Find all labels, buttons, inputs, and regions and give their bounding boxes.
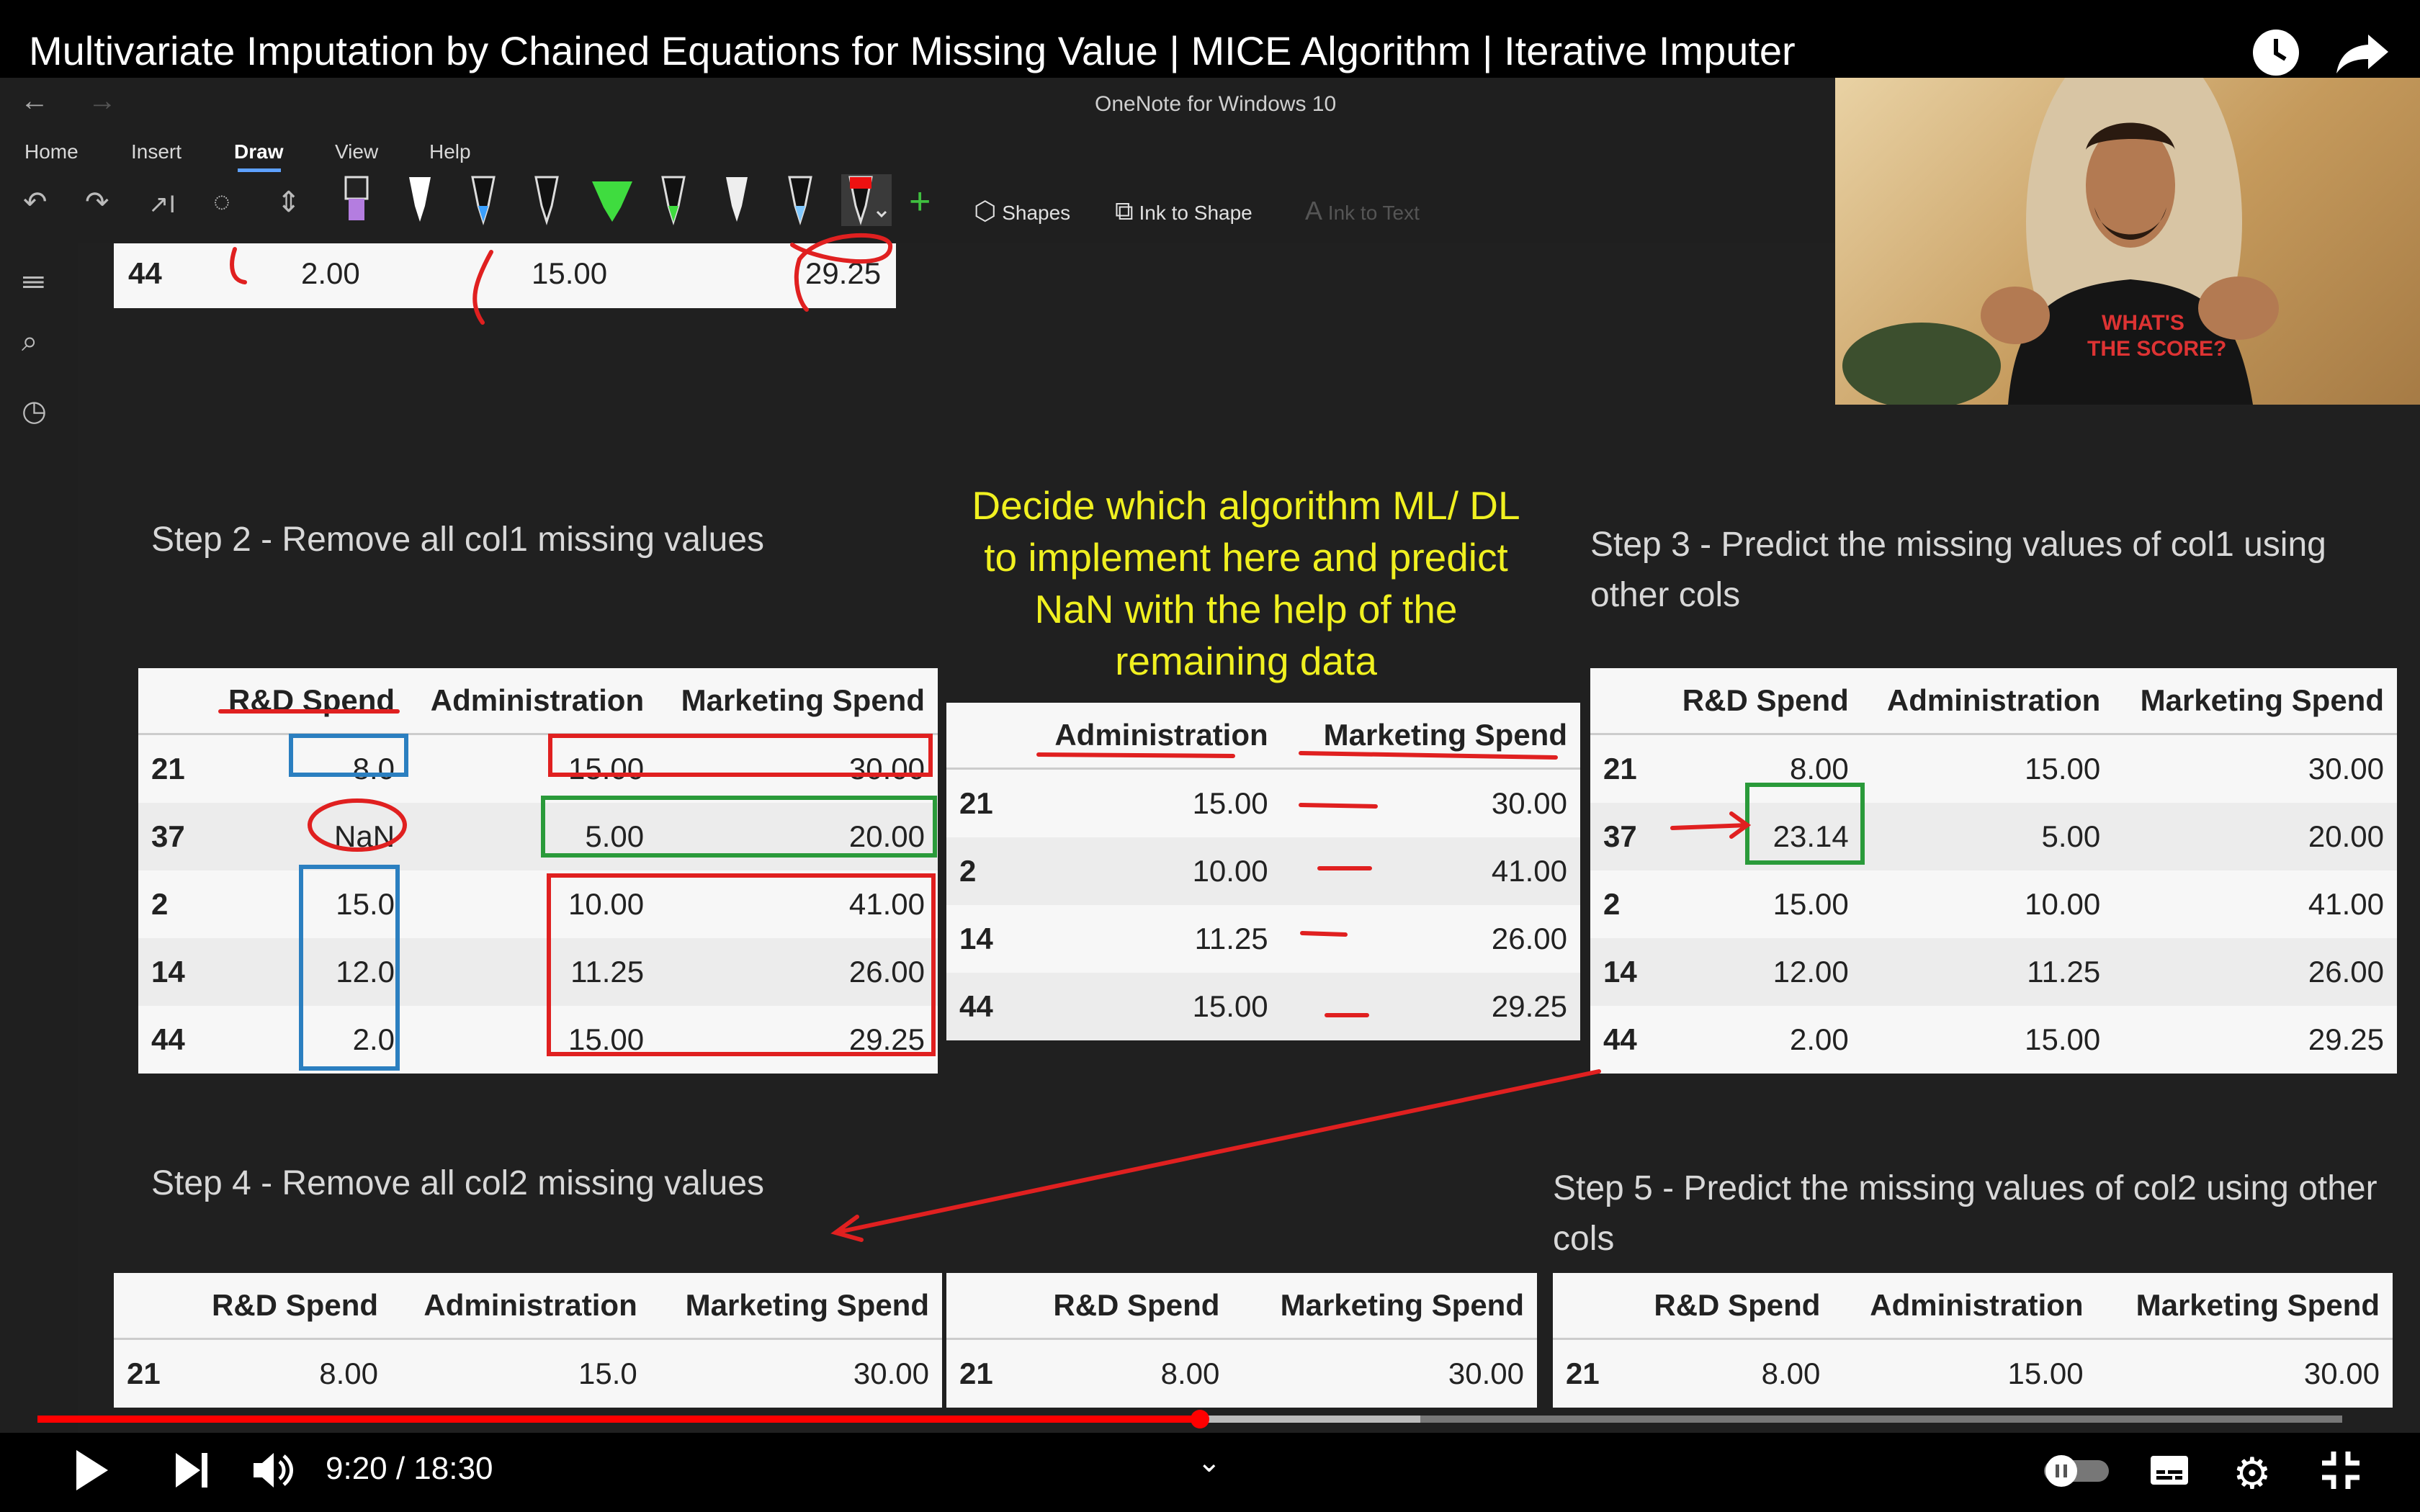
exit-fullscreen-icon[interactable] [2319,1449,2362,1495]
captions-icon[interactable] [2149,1453,2190,1491]
underline-stroke [1036,751,1558,760]
blue-box-icon [289,734,408,777]
presenter-figure: WHAT'S THE SCORE? [1842,78,2279,405]
chevron-down-icon[interactable]: ⌄ [1197,1446,1222,1479]
next-icon[interactable] [173,1449,212,1502]
ink-stroke [790,233,892,312]
webcam-overlay: WHAT'S THE SCORE? [1835,78,2420,405]
autoplay-toggle[interactable] [2044,1454,2109,1491]
shirt-text: WHAT'S [2102,311,2184,335]
ink-stroke [230,247,247,284]
arrow-icon [830,1069,1601,1242]
red-box-icon [548,734,933,777]
green-box-icon [541,796,937,858]
progress-played [37,1416,1200,1423]
scrubber-handle[interactable] [1191,1410,1209,1428]
time-display: 9:20 / 18:30 [326,1451,493,1486]
settings-gear-icon[interactable]: ⚙ [2233,1449,2272,1499]
blue-box-icon [299,865,400,1071]
nan-circle-icon [308,798,407,852]
play-icon[interactable] [72,1447,111,1503]
shirt-text: THE SCORE? [2087,337,2226,361]
green-box-icon [1745,783,1865,865]
arrow-icon [1670,811,1752,839]
ink-stroke [1299,803,1378,1017]
ink-stroke [472,250,493,325]
volume-icon[interactable] [252,1450,295,1500]
red-box-icon [547,873,936,1056]
